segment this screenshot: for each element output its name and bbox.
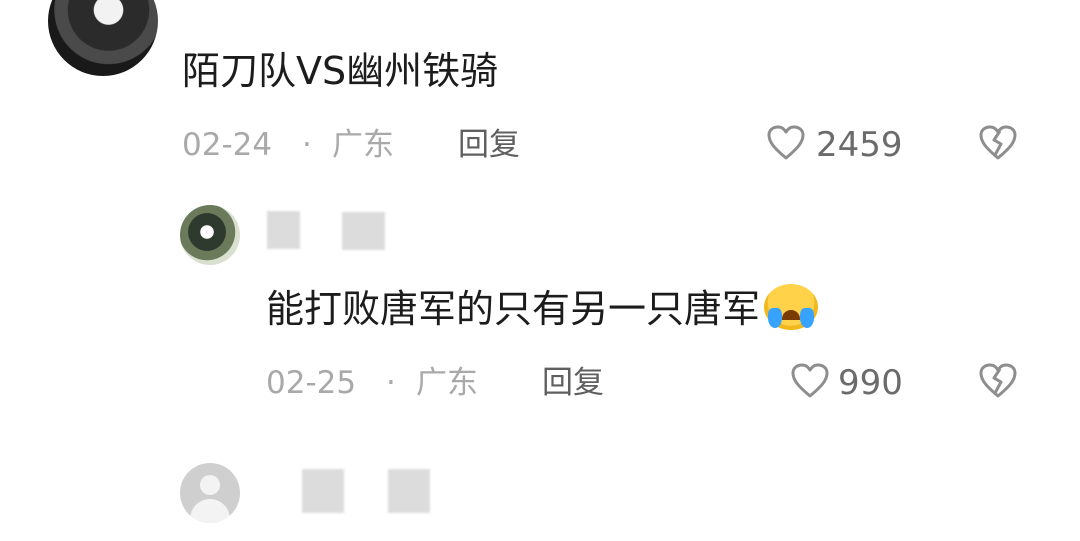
dislike-button[interactable] xyxy=(978,362,1018,400)
dislike-button[interactable] xyxy=(978,124,1018,162)
comment-date: 02-25 xyxy=(266,365,357,401)
like-button[interactable] xyxy=(790,362,830,400)
avatar[interactable] xyxy=(180,205,240,265)
heart-icon xyxy=(791,363,829,398)
comment-text: 能打败唐军的只有另一只唐军 xyxy=(266,282,819,336)
avatar-body xyxy=(190,499,230,523)
crying-emoji-icon xyxy=(764,284,819,330)
comment-text: 陌刀队VS幽州铁骑 xyxy=(182,49,499,93)
like-count: 2459 xyxy=(816,125,903,165)
dislike-heart-icon xyxy=(979,363,1017,398)
like-count: 990 xyxy=(838,363,903,403)
meta-separator: · xyxy=(386,365,396,401)
reply-button[interactable]: 回复 xyxy=(458,125,520,165)
like-button[interactable] xyxy=(766,124,806,162)
dislike-heart-icon xyxy=(979,125,1017,160)
heart-icon xyxy=(767,125,805,160)
avatar[interactable] xyxy=(48,0,158,76)
username-redacted xyxy=(302,469,344,513)
reply-button[interactable]: 回复 xyxy=(542,363,604,403)
default-avatar-icon[interactable] xyxy=(180,463,240,523)
username-redacted xyxy=(388,469,430,513)
comment-date: 02-24 xyxy=(182,127,273,163)
username-redacted xyxy=(342,212,385,250)
comment-location: 广东 xyxy=(416,365,478,401)
username-redacted xyxy=(267,211,300,249)
avatar-head xyxy=(200,475,220,495)
meta-separator: · xyxy=(302,127,312,163)
comment-text-content: 能打败唐军的只有另一只唐军 xyxy=(266,287,761,331)
comment-location: 广东 xyxy=(332,127,394,163)
